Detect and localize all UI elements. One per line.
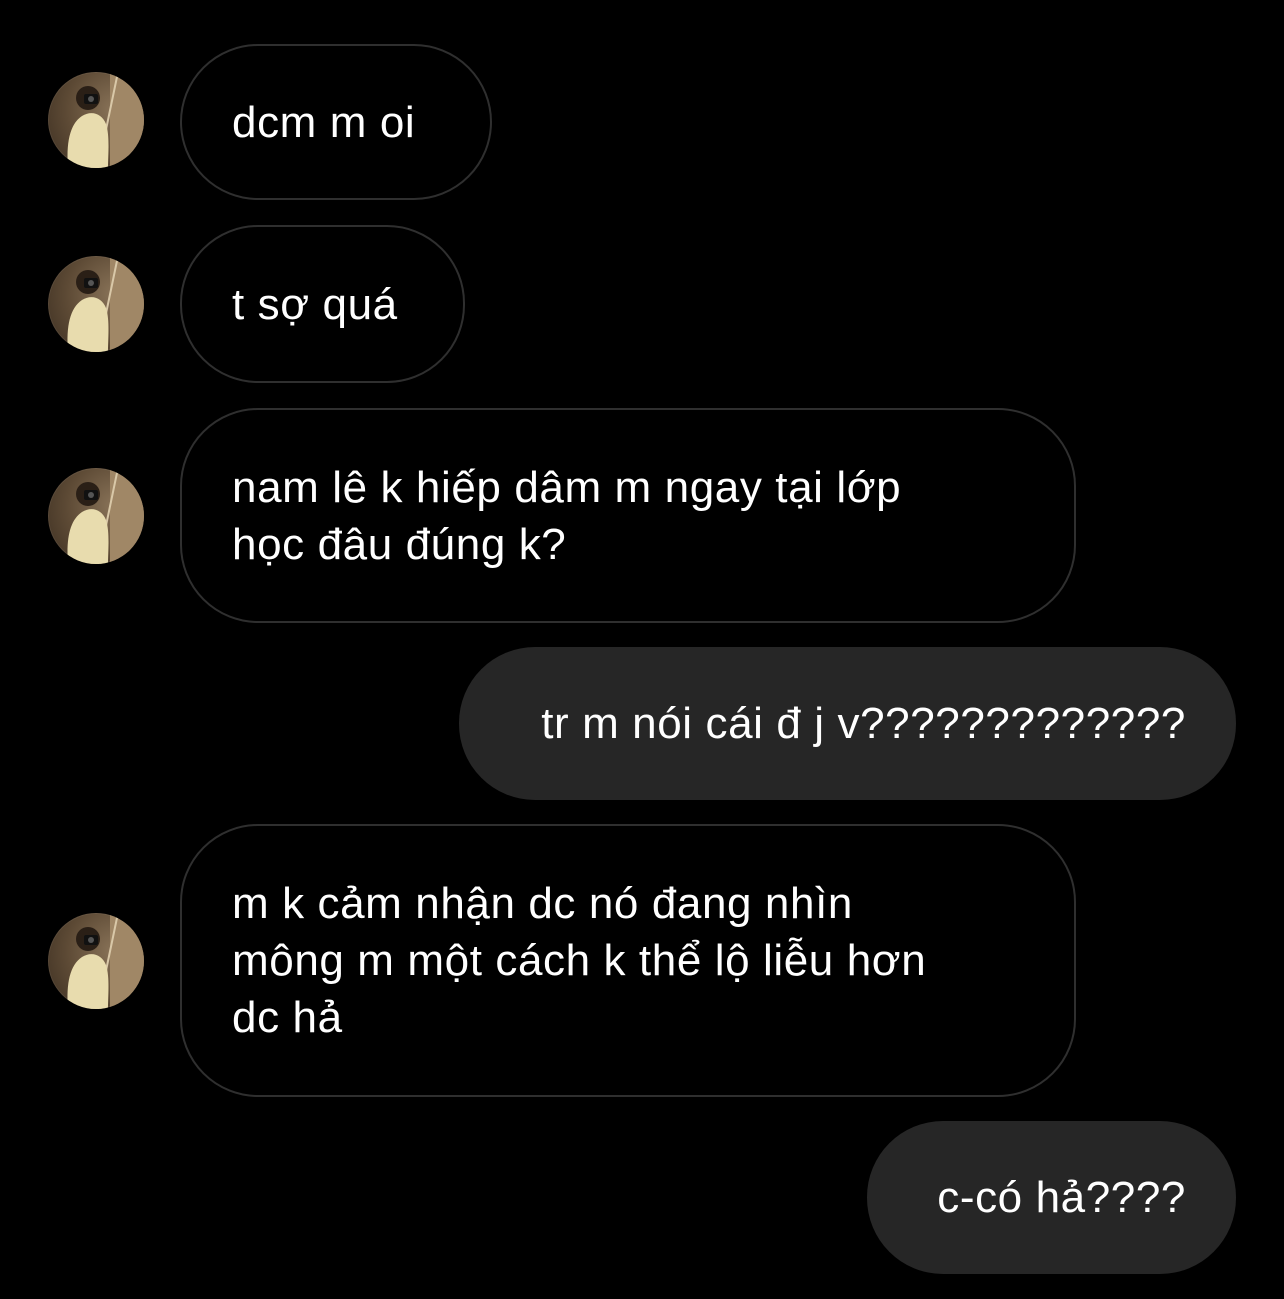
message-text: m k cảm nhận dc nó đang nhìn mông m một …	[232, 879, 927, 1042]
profile-photo-avatar-icon	[67, 256, 144, 352]
message-bubble-incoming[interactable]: nam lê k hiếp dâm m ngay tại lớp học đâu…	[180, 408, 1076, 623]
message-bubble-incoming[interactable]: t sợ quá	[180, 225, 465, 383]
contact-avatar[interactable]	[48, 913, 144, 1009]
message-bubble-incoming[interactable]: m k cảm nhận dc nó đang nhìn mông m một …	[180, 824, 1076, 1097]
message-bubble-outgoing[interactable]: c-có hả????	[867, 1121, 1236, 1274]
message-text: nam lê k hiếp dâm m ngay tại lớp học đâu…	[232, 462, 902, 569]
message-text: c-có hả????	[937, 1173, 1186, 1222]
profile-photo-avatar-icon	[67, 468, 144, 564]
profile-photo-avatar-icon	[67, 913, 144, 1009]
profile-photo-avatar-icon	[67, 72, 144, 168]
message-text: t sợ quá	[232, 279, 398, 329]
contact-avatar[interactable]	[48, 468, 144, 564]
message-text: dcm m oi	[232, 97, 416, 147]
message-bubble-outgoing[interactable]: tr m nói cái đ j v?????????????	[459, 647, 1236, 800]
contact-avatar[interactable]	[48, 256, 144, 352]
contact-avatar[interactable]	[48, 72, 144, 168]
message-bubble-incoming[interactable]: dcm m oi	[180, 44, 492, 200]
message-text: tr m nói cái đ j v?????????????	[541, 699, 1186, 748]
